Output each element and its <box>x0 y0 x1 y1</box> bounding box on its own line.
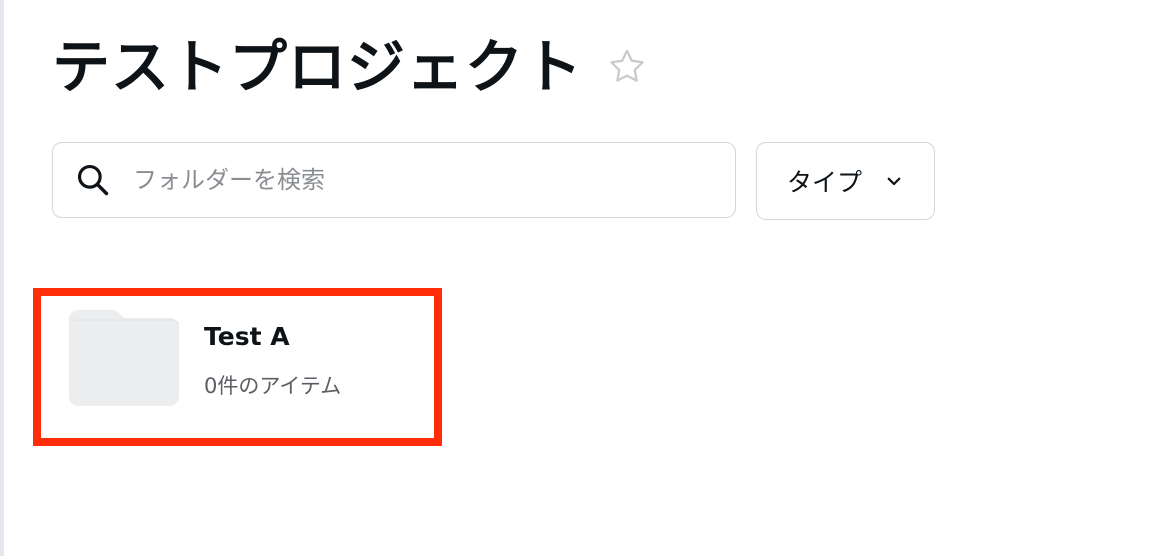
folder-icon <box>68 310 180 406</box>
chevron-down-icon <box>884 171 904 191</box>
star-outline-icon <box>610 49 644 82</box>
page-title: テストプロジェクト <box>52 33 584 101</box>
search-input[interactable] <box>131 165 695 195</box>
folder-name: Test A <box>204 322 290 351</box>
type-filter-label: タイプ <box>786 168 862 197</box>
page-header: テストプロジェクト <box>52 22 649 112</box>
sidebar-edge <box>0 0 4 556</box>
search-icon <box>73 160 113 200</box>
folder-card-test-a[interactable]: Test A 0件のアイテム <box>40 292 436 442</box>
favorite-button[interactable] <box>605 45 649 89</box>
folder-search[interactable] <box>52 142 736 218</box>
type-filter-dropdown[interactable]: タイプ <box>756 142 935 220</box>
folder-item-count: 0件のアイテム <box>204 374 342 398</box>
